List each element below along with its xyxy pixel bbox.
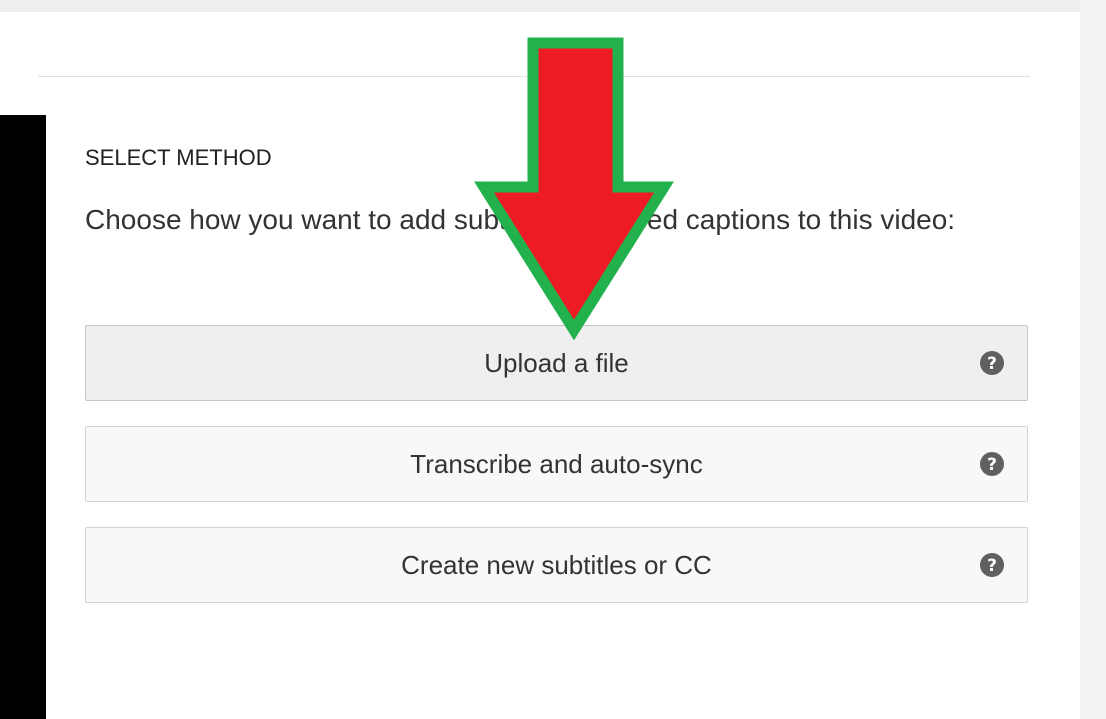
right-gutter: [1080, 0, 1106, 719]
svg-text:?: ?: [987, 556, 997, 576]
video-player-edge: [0, 115, 46, 719]
upload-file-label: Upload a file: [484, 347, 629, 378]
transcribe-auto-sync-button[interactable]: Transcribe and auto-sync ?: [85, 426, 1028, 502]
upload-file-button[interactable]: Upload a file ?: [85, 325, 1028, 401]
svg-text:?: ?: [987, 455, 997, 475]
svg-text:?: ?: [987, 354, 997, 374]
top-divider: [38, 76, 1030, 77]
question-circle-icon[interactable]: ?: [979, 552, 1005, 578]
create-new-subtitles-label: Create new subtitles or CC: [401, 549, 712, 580]
transcribe-auto-sync-label: Transcribe and auto-sync: [410, 448, 703, 479]
create-new-subtitles-button[interactable]: Create new subtitles or CC ?: [85, 527, 1028, 603]
select-method-heading: SELECT METHOD: [85, 145, 272, 170]
page-top-strip: [0, 0, 1106, 12]
question-circle-icon[interactable]: ?: [979, 451, 1005, 477]
select-method-description: Choose how you want to add subtitles or …: [85, 204, 956, 235]
question-circle-icon[interactable]: ?: [979, 350, 1005, 376]
